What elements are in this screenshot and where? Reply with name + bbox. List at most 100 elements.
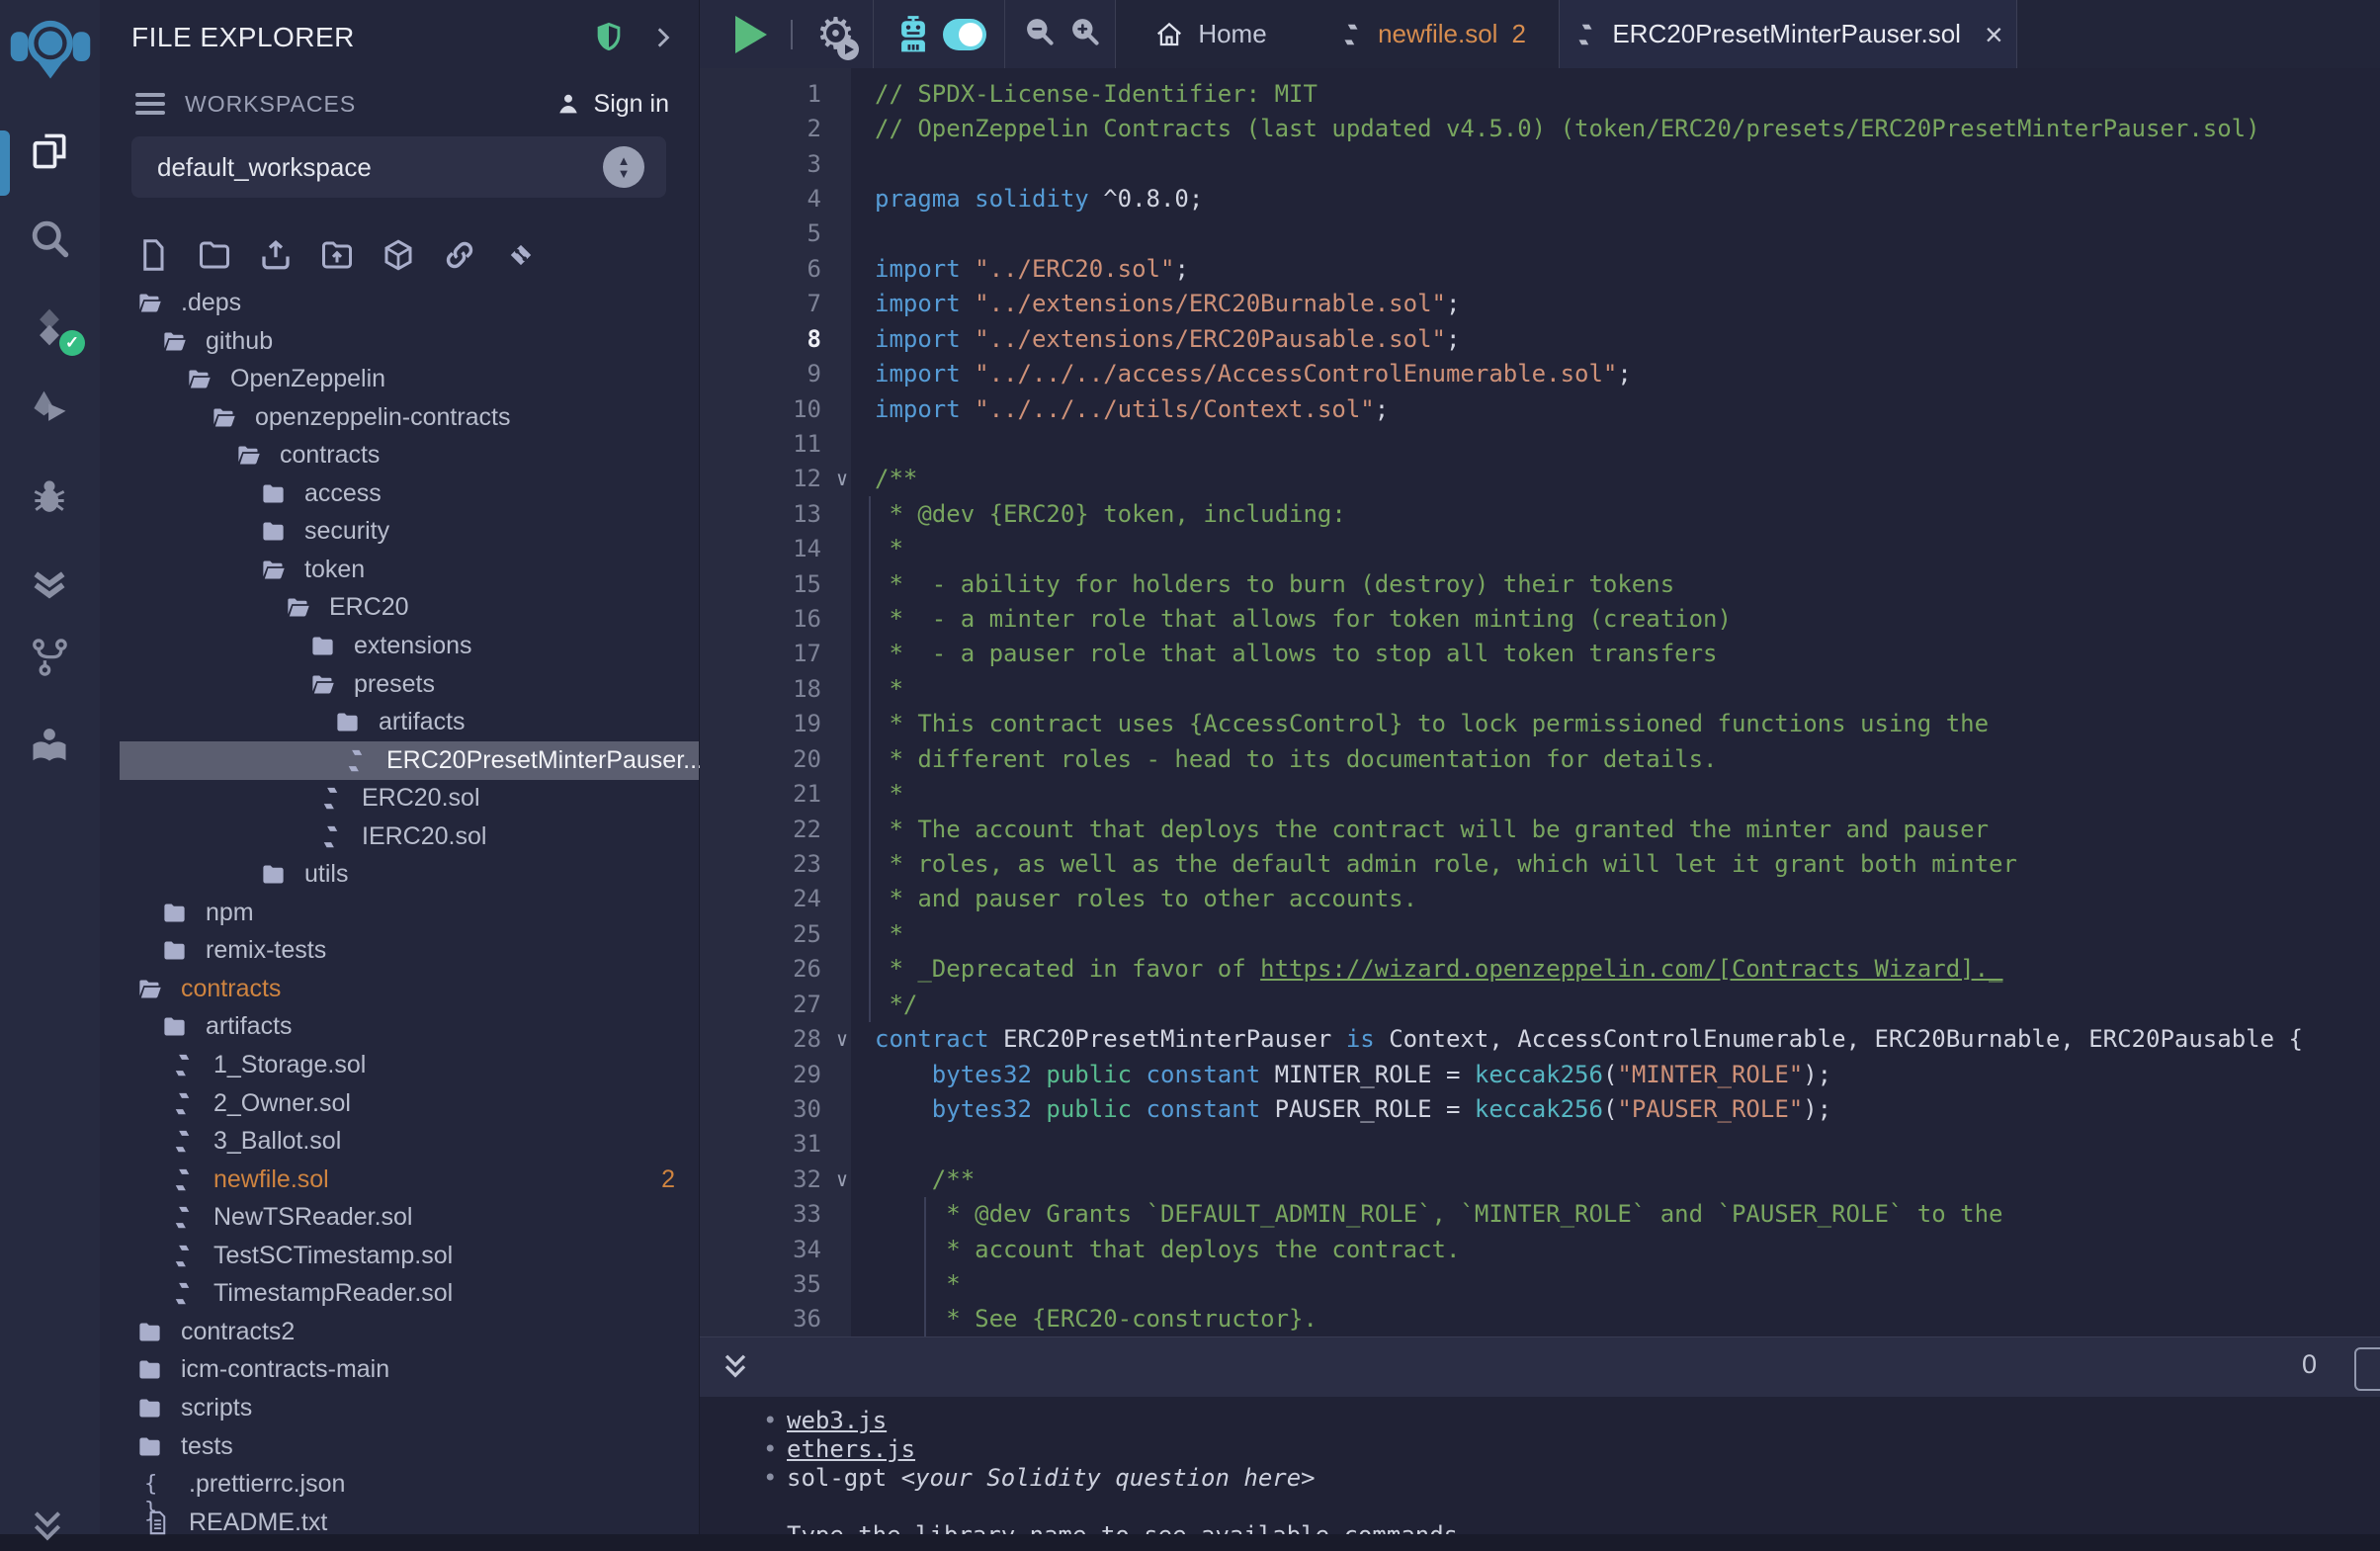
tree-folder-tests[interactable]: tests <box>100 1427 699 1466</box>
line-number[interactable]: 23 <box>700 850 821 878</box>
line-number[interactable]: 15 <box>700 570 821 598</box>
tree-folder-utils[interactable]: utils <box>100 855 699 894</box>
new-folder-icon[interactable] <box>197 237 232 273</box>
copilot-toggle-on[interactable] <box>943 19 986 50</box>
line-number[interactable]: 25 <box>700 920 821 948</box>
cube-icon[interactable] <box>381 237 416 273</box>
workspace-select[interactable]: default_workspace ▲▼ <box>131 136 666 198</box>
script-config-gear-icon[interactable]: ⚙ <box>816 11 855 58</box>
tree-folder-scripts[interactable]: scripts <box>100 1389 699 1427</box>
line-number[interactable]: 17 <box>700 640 821 667</box>
tree-folder-contracts[interactable]: contracts <box>100 970 699 1008</box>
tree-file-newtsreader-sol[interactable]: NewTSReader.sol <box>100 1198 699 1237</box>
scam-alert-shield-icon[interactable] <box>592 20 626 55</box>
activity-solidity-compiler-icon[interactable]: ✓ <box>0 299 99 356</box>
activity-unit-test-icon[interactable] <box>0 554 99 611</box>
terminal-link[interactable]: ethers.js <box>787 1435 915 1464</box>
zoom-out-icon[interactable] <box>1023 15 1056 54</box>
code-line[interactable]: 12∨/** <box>700 462 2380 496</box>
activity-plugin-manager-icon[interactable] <box>0 717 99 774</box>
line-number[interactable]: 33 <box>700 1200 821 1228</box>
line-number[interactable]: 28 <box>700 1025 821 1053</box>
code-line[interactable]: 21 * <box>700 776 2380 811</box>
code-line[interactable]: 33 * @dev Grants `DEFAULT_ADMIN_ROLE`, `… <box>700 1197 2380 1232</box>
activity-search-icon[interactable] <box>0 210 99 267</box>
activity-deploy-run-icon[interactable] <box>0 380 99 437</box>
code-line[interactable]: 24 * and pauser roles to other accounts. <box>700 882 2380 916</box>
code-line[interactable]: 31 <box>700 1127 2380 1162</box>
code-line[interactable]: 29 bytes32 public constant MINTER_ROLE =… <box>700 1057 2380 1091</box>
line-number[interactable]: 9 <box>700 360 821 388</box>
zoom-in-icon[interactable] <box>1068 15 1101 54</box>
code-line[interactable]: 13 * @dev {ERC20} token, including: <box>700 496 2380 531</box>
code-line[interactable]: 10import "../../../utils/Context.sol"; <box>700 391 2380 426</box>
tree-file-2-owner-sol[interactable]: 2_Owner.sol <box>100 1084 699 1123</box>
tree-file--prettierrc-json[interactable]: { }.prettierrc.json <box>100 1465 699 1504</box>
tree-file-ierc20-sol[interactable]: IERC20.sol <box>100 818 699 856</box>
terminal-listen-checkbox[interactable] <box>2354 1347 2380 1391</box>
line-number[interactable]: 36 <box>700 1305 821 1333</box>
line-number[interactable]: 1 <box>700 80 821 108</box>
line-number[interactable]: 2 <box>700 115 821 142</box>
line-number[interactable]: 13 <box>700 500 821 528</box>
tree-folder-contracts[interactable]: contracts <box>100 436 699 474</box>
tree-file-3-ballot-sol[interactable]: 3_Ballot.sol <box>100 1122 699 1161</box>
tree-file-erc20-sol[interactable]: ERC20.sol <box>100 779 699 818</box>
line-number[interactable]: 11 <box>700 430 821 458</box>
tree-folder-presets[interactable]: presets <box>100 665 699 704</box>
fold-chevron-icon[interactable]: ∨ <box>821 1027 863 1051</box>
line-number[interactable]: 30 <box>700 1095 821 1123</box>
code-line[interactable]: 14 * <box>700 531 2380 565</box>
code-line[interactable]: 5 <box>700 216 2380 251</box>
line-number[interactable]: 16 <box>700 605 821 633</box>
code-line[interactable]: 28∨contract ERC20PresetMinterPauser is C… <box>700 1021 2380 1056</box>
tab-erc20presetminterpauser-sol[interactable]: ERC20PresetMinterPauser.sol× <box>1560 0 2017 68</box>
tree-folder-npm[interactable]: npm <box>100 894 699 932</box>
code-line[interactable]: 17 * - a pauser role that allows to stop… <box>700 637 2380 671</box>
terminal-bar[interactable]: 0 <box>700 1336 2380 1397</box>
tree-file-1-storage-sol[interactable]: 1_Storage.sol <box>100 1046 699 1084</box>
line-number[interactable]: 29 <box>700 1061 821 1088</box>
code-line[interactable]: 35 * <box>700 1266 2380 1301</box>
tree-file-newfile-sol[interactable]: newfile.sol2 <box>100 1161 699 1199</box>
new-file-icon[interactable] <box>135 237 171 273</box>
tree-folder-openzeppelin-contracts[interactable]: openzeppelin-contracts <box>100 398 699 437</box>
code-line[interactable]: 16 * - a minter role that allows for tok… <box>700 601 2380 636</box>
code-line[interactable]: 6import "../ERC20.sol"; <box>700 251 2380 286</box>
terminal-collapse-icon[interactable] <box>718 1349 753 1385</box>
link-icon[interactable] <box>442 237 477 273</box>
code-line[interactable]: 20 * different roles - head to its docum… <box>700 741 2380 776</box>
tree-file-readme-txt[interactable]: README.txt <box>100 1504 699 1542</box>
code-line[interactable]: 15 * - ability for holders to burn (dest… <box>700 566 2380 601</box>
line-number[interactable]: 8 <box>700 325 821 353</box>
code-line[interactable]: 18 * <box>700 671 2380 706</box>
line-number[interactable]: 18 <box>700 675 821 703</box>
tree-folder-token[interactable]: token <box>100 551 699 589</box>
code-line[interactable]: 7import "../extensions/ERC20Burnable.sol… <box>700 287 2380 321</box>
line-number[interactable]: 5 <box>700 219 821 247</box>
tree-folder-remix-tests[interactable]: remix-tests <box>100 931 699 970</box>
line-number[interactable]: 26 <box>700 955 821 983</box>
line-number[interactable]: 3 <box>700 150 821 178</box>
line-number[interactable]: 21 <box>700 780 821 808</box>
line-number[interactable]: 31 <box>700 1130 821 1158</box>
code-line[interactable]: 11 <box>700 426 2380 461</box>
run-script-icon[interactable] <box>735 16 767 53</box>
workspace-select-toggle-icon[interactable]: ▲▼ <box>603 146 644 188</box>
git-diamond-icon[interactable] <box>503 237 539 273</box>
line-number[interactable]: 6 <box>700 255 821 283</box>
collapse-panel-chevron-icon[interactable] <box>649 25 675 50</box>
tree-file-timestampreader-sol[interactable]: TimestampReader.sol <box>100 1274 699 1313</box>
tree-folder--deps[interactable]: .deps <box>100 284 699 322</box>
line-number[interactable]: 22 <box>700 816 821 843</box>
code-line[interactable]: 23 * roles, as well as the default admin… <box>700 846 2380 881</box>
code-line[interactable]: 3 <box>700 146 2380 181</box>
line-number[interactable]: 32 <box>700 1165 821 1193</box>
code-line[interactable]: 32∨ /** <box>700 1162 2380 1196</box>
activity-files-icon[interactable] <box>0 123 99 180</box>
code-line[interactable]: 27 */ <box>700 987 2380 1021</box>
line-number[interactable]: 35 <box>700 1270 821 1298</box>
code-line[interactable]: 8import "../extensions/ERC20Pausable.sol… <box>700 321 2380 356</box>
sign-in-button[interactable]: Sign in <box>554 90 669 119</box>
code-line[interactable]: 2// OpenZeppelin Contracts (last updated… <box>700 111 2380 145</box>
